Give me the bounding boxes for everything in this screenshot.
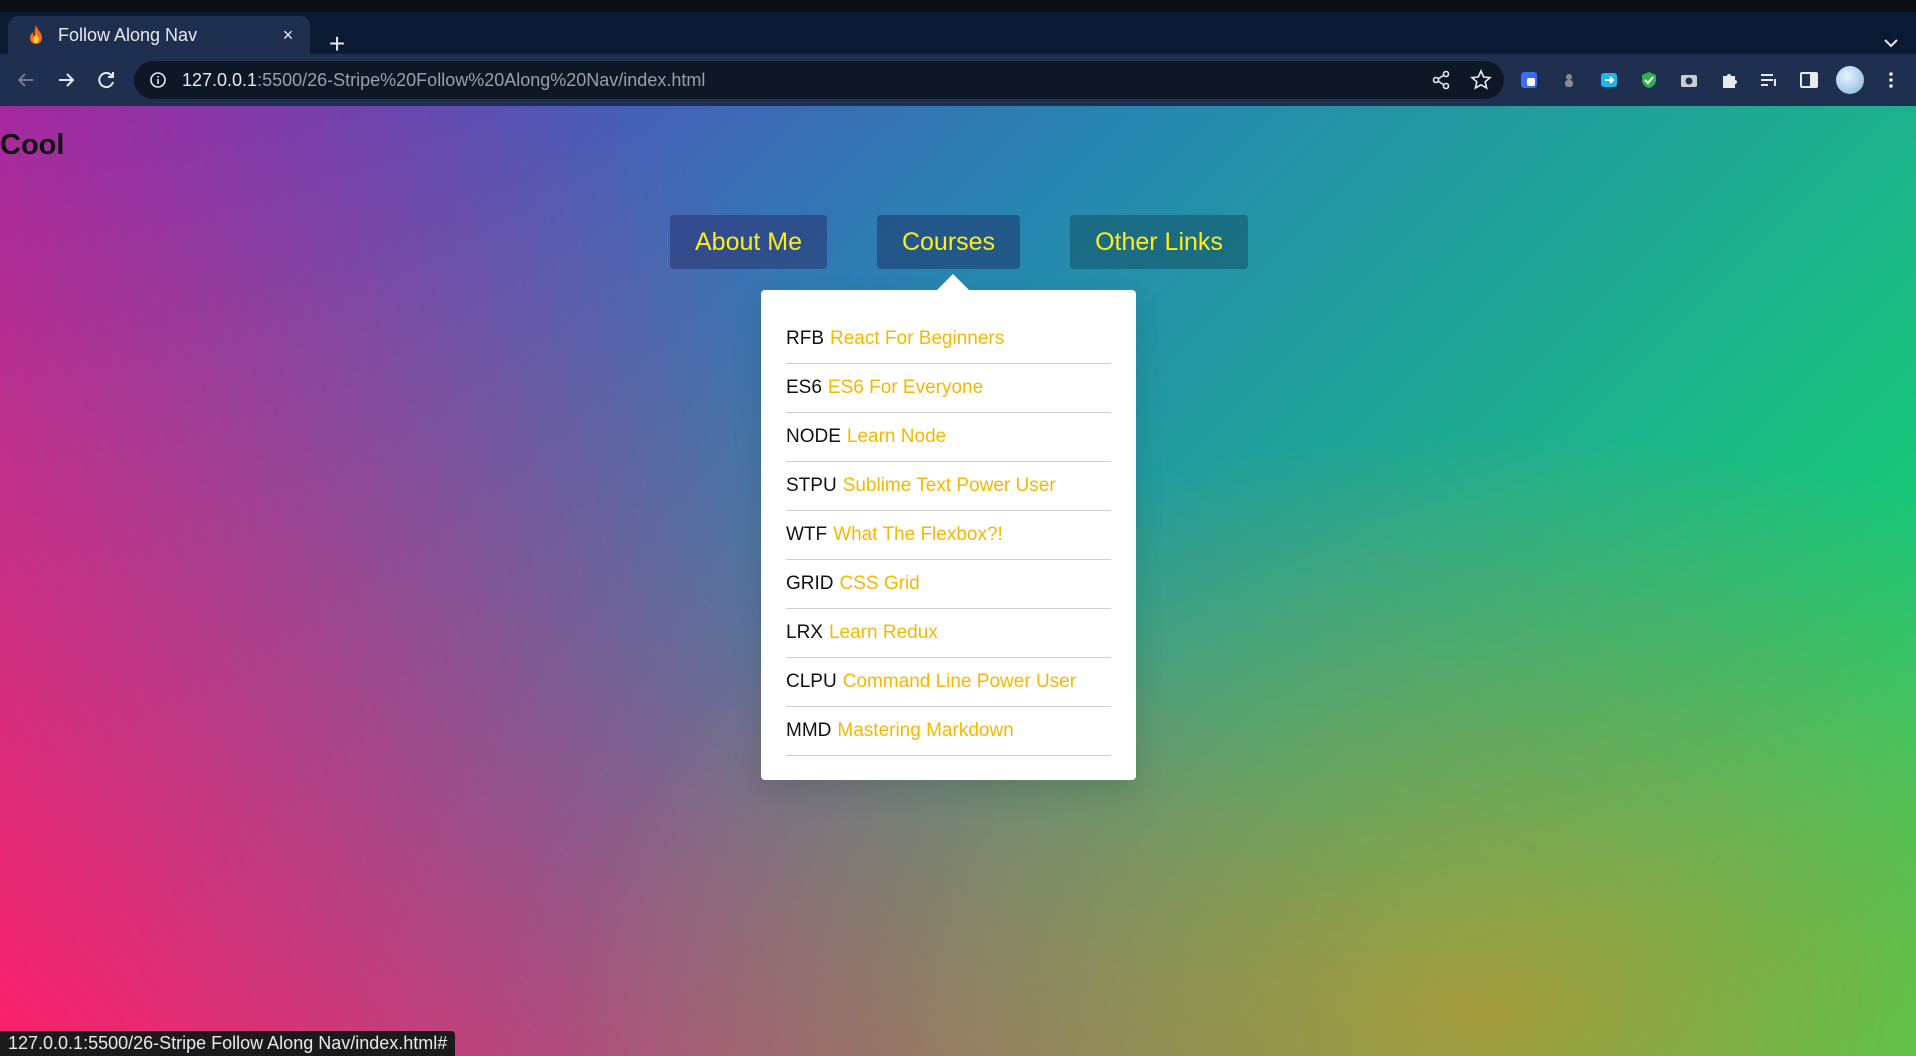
course-item: WTF What The Flexbox?! (786, 511, 1111, 560)
profile-avatar[interactable] (1836, 66, 1864, 94)
tab-title: Follow Along Nav (58, 24, 198, 45)
course-code: ES6 (786, 377, 822, 398)
star-icon[interactable] (1470, 69, 1492, 96)
url-host: 127.0.0.1 (182, 69, 258, 90)
back-arrow-icon[interactable] (12, 66, 40, 94)
url-path: :5500/26-Stripe%20Follow%20Along%20Nav/i… (257, 69, 706, 90)
url-text: 127.0.0.1:5500/26-Stripe%20Follow%20Alon… (182, 70, 705, 91)
puzzle-icon[interactable] (1716, 67, 1742, 93)
course-link[interactable]: Command Line Power User (843, 671, 1076, 693)
course-link[interactable]: CSS Grid (840, 573, 920, 595)
course-item: NODE Learn Node (786, 413, 1111, 462)
course-item: RFB React For Beginners (786, 315, 1111, 364)
course-link[interactable]: ES6 For Everyone (828, 377, 983, 399)
nav-courses[interactable]: Courses (877, 215, 1020, 269)
address-bar[interactable]: 127.0.0.1:5500/26-Stripe%20Follow%20Alon… (134, 61, 1504, 99)
info-icon[interactable] (148, 70, 168, 90)
side-panel-icon[interactable] (1796, 67, 1822, 93)
browser-menu-icon[interactable] (1878, 67, 1904, 93)
course-item: STPU Sublime Text Power User (786, 462, 1111, 511)
nav-about-me[interactable]: About Me (670, 215, 827, 269)
os-top-bar (0, 0, 1916, 12)
active-tab[interactable]: Follow Along Nav × (8, 16, 310, 54)
course-code: STPU (786, 475, 837, 496)
tab-search-chevron-icon[interactable] (1880, 32, 1902, 54)
extension-green-shield-icon[interactable] (1636, 67, 1662, 93)
course-item: MMD Mastering Markdown (786, 707, 1111, 756)
courses-dropdown: RFB React For Beginners ES6 ES6 For Everyon… (761, 290, 1136, 780)
status-bar-url: 127.0.0.1:5500/26-Stripe Follow Along Na… (0, 1031, 456, 1056)
extension-cyan-icon[interactable] (1596, 67, 1622, 93)
extension-blue-shield-icon[interactable] (1516, 67, 1542, 93)
reload-icon[interactable] (92, 66, 120, 94)
share-icon[interactable] (1430, 69, 1452, 96)
dropdown-arrow (936, 274, 970, 291)
course-link[interactable]: What The Flexbox?! (833, 524, 1003, 546)
course-code: MMD (786, 720, 832, 741)
course-list: RFB React For Beginners ES6 ES6 For Everyon… (786, 315, 1111, 756)
browser-toolbar: 127.0.0.1:5500/26-Stripe%20Follow%20Alon… (0, 54, 1916, 106)
course-code: GRID (786, 573, 834, 594)
course-link[interactable]: Learn Redux (829, 622, 938, 644)
course-link[interactable]: React For Beginners (830, 328, 1004, 350)
extension-gray-icon[interactable] (1556, 67, 1582, 93)
course-item: GRID CSS Grid (786, 560, 1111, 609)
top-navigation: About Me Courses Other Links (0, 215, 1916, 269)
tab-close-icon[interactable]: × (276, 25, 300, 46)
course-item: CLPU Command Line Power User (786, 658, 1111, 707)
nav-other-links[interactable]: Other Links (1070, 215, 1248, 269)
forward-arrow-icon[interactable] (52, 66, 80, 94)
tab-strip: Follow Along Nav × + (0, 12, 1916, 58)
page-viewport: Cool About Me Courses Other Links RFB Rea… (0, 106, 1916, 1056)
course-link[interactable]: Learn Node (847, 426, 946, 448)
media-queue-icon[interactable] (1756, 67, 1782, 93)
course-link[interactable]: Sublime Text Power User (843, 475, 1056, 497)
course-code: CLPU (786, 671, 837, 692)
course-item: ES6 ES6 For Everyone (786, 364, 1111, 413)
course-item: LRX Learn Redux (786, 609, 1111, 658)
course-link[interactable]: Mastering Markdown (837, 720, 1013, 742)
course-code: LRX (786, 622, 823, 643)
camera-icon[interactable] (1676, 67, 1702, 93)
page-title: Cool (0, 129, 65, 161)
course-code: RFB (786, 328, 824, 349)
flame-favicon-icon (26, 25, 46, 45)
course-code: WTF (786, 524, 828, 545)
course-code: NODE (786, 426, 841, 447)
extensions-area (1516, 66, 1904, 94)
